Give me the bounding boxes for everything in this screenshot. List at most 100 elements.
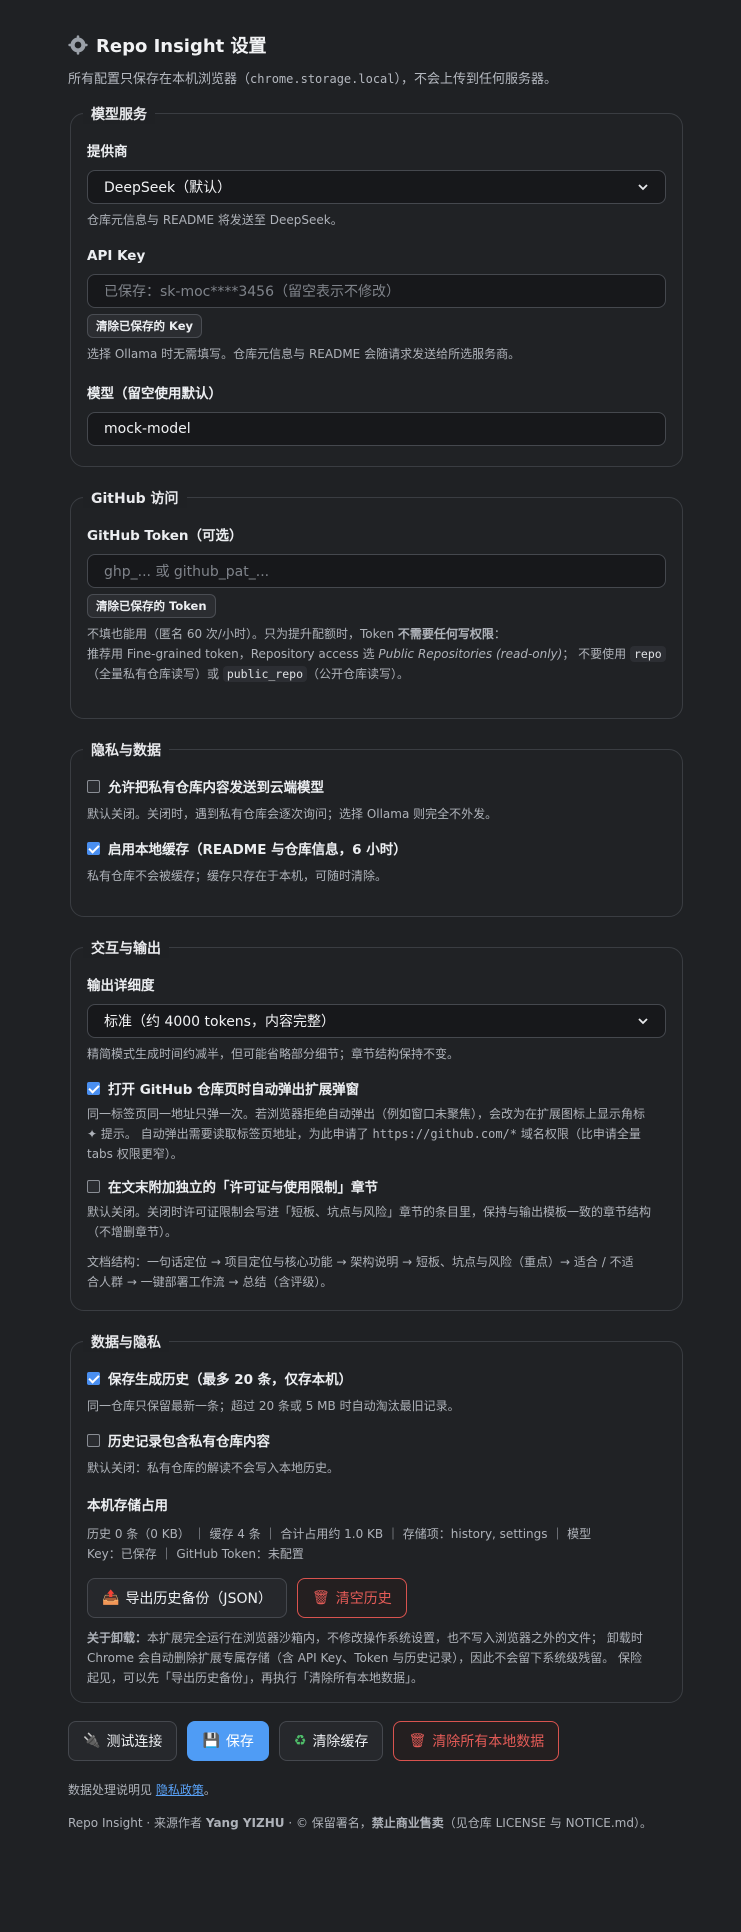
privacy-section: 隐私与数据 允许把私有仓库内容发送到云端模型 默认关闭。关闭时，遇到私有仓库会逐… [70, 740, 683, 917]
data-privacy-section: 数据与隐私 保存生成历史（最多 20 条，仅存本机） 同一仓库只保留最新一条；超… [70, 1332, 683, 1703]
storage-label: 本机存储占用 [87, 1498, 168, 1514]
clear-history-label: 清空历史 [335, 1591, 392, 1607]
gear-icon [68, 35, 88, 55]
test-connection-button[interactable]: 🔌 测试连接 [68, 1721, 178, 1761]
code-public-repo: public_repo [222, 666, 307, 682]
auto-popup-help-text: 域名权限（比申请全量 [517, 1127, 641, 1141]
save-history-option[interactable]: 保存生成历史（最多 20 条，仅存本机） [87, 1368, 666, 1388]
history-private-label: 历史记录包含私有仓库内容 [108, 1434, 270, 1450]
verbosity-select[interactable]: 标准（约 4000 tokens，内容完整） [87, 1004, 666, 1038]
model-input[interactable]: mock-model [87, 412, 666, 446]
license-help: 默认关闭。关闭时许可证限制会写进「短板、坑点与风险」章节的条目里，保持与输出模板… [87, 1202, 666, 1242]
export-icon: 📤 [102, 1590, 120, 1606]
license-option[interactable]: 在文末附加独立的「许可证与使用限制」章节 [87, 1176, 666, 1196]
history-private-help: 默认关闭：私有仓库的解读不会写入本地历史。 [87, 1461, 340, 1475]
trash-icon: 🗑 [408, 1733, 427, 1749]
page-title: Repo Insight 设置 [96, 36, 267, 57]
allow-private-help: 默认关闭。关闭时，遇到私有仓库会逐次询问；选择 Ollama 则完全不外发。 [87, 807, 498, 821]
allow-private-option[interactable]: 允许把私有仓库内容发送到云端模型 [87, 776, 666, 796]
cache-checkbox[interactable] [87, 841, 100, 855]
clear-all-data-button[interactable]: 🗑 清除所有本地数据 [393, 1721, 560, 1761]
credit-text: Repo Insight · 来源作者 [68, 1816, 206, 1830]
settings-page: Repo Insight 设置 所有配置只保存在本机浏览器（chrome.sto… [0, 0, 741, 1831]
model-label: 模型（留空使用默认） [87, 386, 222, 402]
apikey-input[interactable]: 已保存：sk-moc****3456（留空表示不修改） [87, 274, 666, 308]
provider-select[interactable]: DeepSeek（默认） [87, 170, 666, 204]
github-section: GitHub 访问 GitHub Token（可选） ghp_... 或 git… [70, 488, 683, 719]
credit-bold: 禁止商业售卖 [371, 1816, 444, 1830]
section-legend: 隐私与数据 [83, 740, 169, 760]
license-help-text: （不增删章节）。 [87, 1225, 178, 1239]
subtitle-text-end: ），不会上传到任何服务器。 [394, 72, 558, 87]
section-legend: 数据与隐私 [83, 1332, 169, 1352]
history-private-option[interactable]: 历史记录包含私有仓库内容 [87, 1430, 666, 1450]
plug-icon: 🔌 [83, 1733, 101, 1749]
chevron-down-icon [638, 1018, 648, 1025]
auto-popup-help-text: tabs 权限更窄）。 [87, 1147, 183, 1161]
provider-label: 提供商 [87, 144, 128, 160]
structure-help: 文档结构：一句话定位 → 项目定位与核心功能 → 架构说明 → 短板、坑点与风险… [87, 1252, 666, 1292]
provider-help: 仓库元信息与 README 将发送至 DeepSeek。 [87, 213, 343, 227]
credit-text: （见仓库 LICENSE 与 NOTICE.md）。 [443, 1816, 652, 1830]
token-help-text: （全量私有仓库读写）或 [87, 667, 223, 681]
floppy-icon: 💾 [202, 1733, 220, 1749]
auto-popup-checkbox[interactable] [87, 1081, 100, 1095]
credit-line: Repo Insight · 来源作者 Yang YIZHU · © 保留署名，… [68, 1814, 685, 1831]
auto-popup-help-text: 同一标签页同一地址只弹一次。若浏览器拒绝自动弹出（例如窗口未聚焦），会改为在扩展… [87, 1107, 646, 1121]
clear-cache-button[interactable]: ♻ 清除缓存 [278, 1721, 384, 1761]
policy-text: 数据处理说明见 [68, 1783, 156, 1797]
clear-cache-label: 清除缓存 [312, 1734, 369, 1750]
section-legend: 模型服务 [83, 104, 155, 124]
allow-private-checkbox[interactable] [87, 779, 100, 793]
auto-popup-option[interactable]: 打开 GitHub 仓库页时自动弹出扩展弹窗 [87, 1078, 666, 1098]
save-history-checkbox[interactable] [87, 1371, 100, 1385]
section-legend: 交互与输出 [83, 938, 169, 958]
token-help-text: ： [493, 627, 506, 641]
chevron-down-icon [638, 184, 648, 191]
main-actions: 🔌 测试连接 💾 保存 ♻ 清除缓存 🗑 清除所有本地数据 [68, 1721, 685, 1761]
export-history-label: 导出历史备份（JSON） [125, 1591, 272, 1607]
auto-popup-help: 同一标签页同一地址只弹一次。若浏览器拒绝自动弹出（例如窗口未聚焦），会改为在扩展… [87, 1104, 666, 1164]
test-connection-label: 测试连接 [106, 1734, 163, 1750]
token-help-text: ； 不要使用 [562, 647, 630, 661]
clear-all-data-label: 清除所有本地数据 [432, 1734, 545, 1750]
privacy-policy-link[interactable]: 隐私政策 [156, 1783, 204, 1797]
provider-selected-value: DeepSeek（默认） [104, 180, 232, 196]
section-legend: GitHub 访问 [83, 488, 187, 508]
structure-help-text: 文档结构：一句话定位 → 项目定位与核心功能 → 架构说明 → 短板、坑点与风险… [87, 1255, 634, 1269]
save-label: 保存 [225, 1734, 254, 1750]
storage-stats-line: 历史 0 条（0 KB） ｜ 缓存 4 条 ｜ 合计占用约 1.0 KB ｜ 存… [87, 1527, 592, 1541]
token-help-text: 不填也能用（匿名 60 次/小时）。只为提升配额时，Token [87, 627, 398, 641]
apikey-placeholder: 已保存：sk-moc****3456（留空表示不修改） [104, 284, 400, 300]
token-label: GitHub Token（可选） [87, 528, 243, 544]
license-checkbox[interactable] [87, 1179, 100, 1193]
uninstall-text: 本扩展完全运行在浏览器沙箱内，不修改操作系统设置，也不写入浏览器之外的文件； 卸… [147, 1631, 643, 1645]
storage-stats: 历史 0 条（0 KB） ｜ 缓存 4 条 ｜ 合计占用约 1.0 KB ｜ 存… [87, 1524, 666, 1564]
export-history-button[interactable]: 📤 导出历史备份（JSON） [87, 1578, 287, 1618]
clear-history-button[interactable]: 🗑 清空历史 [296, 1578, 407, 1618]
clear-token-button[interactable]: 清除已保存的 Token [87, 594, 216, 618]
recycle-icon: ♻ [293, 1733, 307, 1749]
allow-private-label: 允许把私有仓库内容发送到云端模型 [108, 780, 324, 796]
save-history-help: 同一仓库只保留最新一条；超过 20 条或 5 MB 时自动淘汰最旧记录。 [87, 1399, 460, 1413]
auto-popup-help-text: ✦ 提示。 自动弹出需要读取标签页地址，为此申请了 [87, 1127, 373, 1141]
subtitle-text: 所有配置只保存在本机浏览器（ [68, 72, 251, 87]
policy-line: 数据处理说明见 隐私政策。 [68, 1781, 685, 1798]
save-history-label: 保存生成历史（最多 20 条，仅存本机） [108, 1372, 353, 1388]
save-button[interactable]: 💾 保存 [187, 1721, 269, 1761]
storage-stats-line: Key：已保存 ｜ GitHub Token：未配置 [87, 1547, 304, 1561]
cache-option[interactable]: 启用本地缓存（README 与仓库信息，6 小时） [87, 838, 666, 858]
clear-key-button[interactable]: 清除已保存的 Key [87, 314, 203, 338]
cache-label: 启用本地缓存（README 与仓库信息，6 小时） [108, 842, 407, 858]
model-service-section: 模型服务 提供商 DeepSeek（默认） 仓库元信息与 README 将发送至… [70, 104, 683, 467]
license-help-text: 默认关闭。关闭时许可证限制会写进「短板、坑点与风险」章节的条目里，保持与输出模板… [87, 1205, 652, 1219]
cache-help: 私有仓库不会被缓存；缓存只存在于本机，可随时清除。 [87, 869, 388, 883]
page-header: Repo Insight 设置 [68, 32, 685, 58]
verbosity-selected-value: 标准（约 4000 tokens，内容完整） [104, 1014, 335, 1030]
token-help: 不填也能用（匿名 60 次/小时）。只为提升配额时，Token 不需要任何写权限… [87, 624, 666, 684]
history-actions: 📤 导出历史备份（JSON） 🗑 清空历史 [87, 1578, 666, 1618]
token-input[interactable]: ghp_... 或 github_pat_... [87, 554, 666, 588]
uninstall-text: Chrome 会自动删除扩展专属存储（含 API Key、Token 与历史记录… [87, 1651, 643, 1665]
history-private-checkbox[interactable] [87, 1433, 100, 1447]
token-placeholder: ghp_... 或 github_pat_... [104, 564, 270, 580]
